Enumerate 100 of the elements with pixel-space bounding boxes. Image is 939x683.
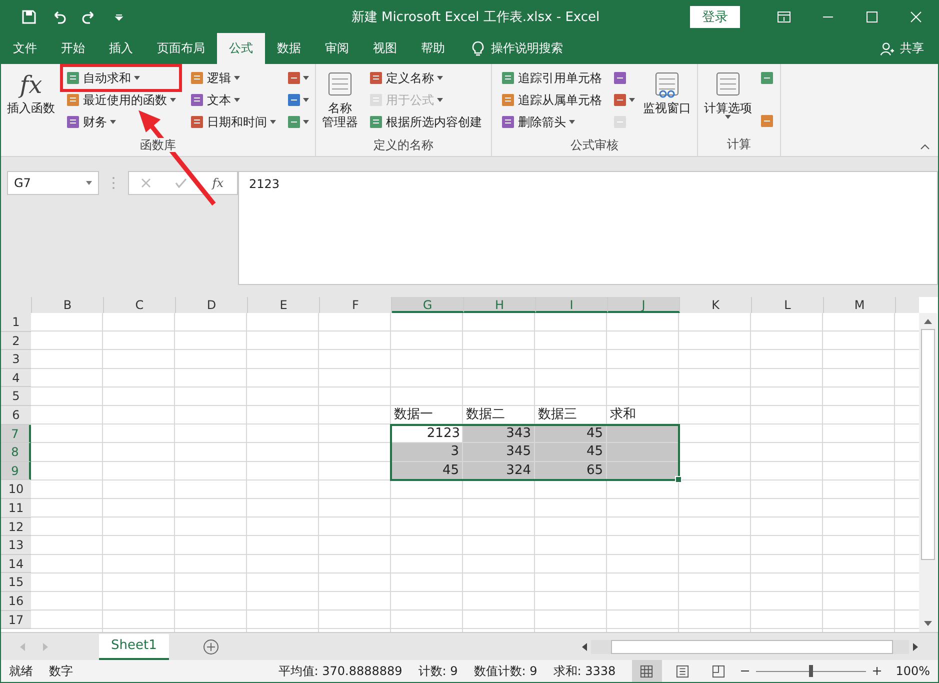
insert-function-button[interactable]: fx (210, 176, 226, 190)
collapse-ribbon-icon[interactable] (920, 144, 930, 150)
ribbon-tab[interactable]: 数据 (265, 33, 313, 64)
ribbon-tab[interactable]: 页面布局 (145, 33, 217, 64)
ribbon-button[interactable]: 根据所选内容创建 (366, 111, 485, 133)
function-icon (613, 93, 627, 107)
close-icon[interactable] (908, 8, 924, 24)
ribbon-button[interactable]: 自动求和 (63, 67, 179, 89)
share-button[interactable]: 共享 (900, 33, 924, 64)
ribbon-large-button[interactable]: 计算选项 (704, 67, 752, 120)
view-button[interactable] (632, 660, 662, 682)
lightbulb-icon (471, 40, 485, 56)
name-box[interactable]: G7 (7, 171, 99, 195)
sheet-tab[interactable]: Sheet1 (99, 634, 169, 660)
ribbon-button[interactable]: 定义名称 (366, 67, 485, 89)
column-header[interactable]: L (752, 297, 824, 313)
column-header[interactable]: E (248, 297, 320, 313)
ribbon-tab[interactable]: 开始 (49, 33, 97, 64)
ribbon-tab[interactable]: 公式 (217, 33, 265, 64)
column-header[interactable]: M (824, 297, 896, 313)
function-icon (760, 114, 774, 128)
group-label: 公式审核 (570, 138, 618, 152)
scroll-left-icon[interactable] (580, 642, 588, 650)
function-icon (190, 93, 204, 107)
ribbon-button[interactable]: 追踪从属单元格 (498, 89, 605, 111)
save-icon[interactable] (21, 8, 37, 24)
column-header[interactable]: C (104, 297, 176, 313)
ribbon-tab[interactable]: 文件 (1, 33, 49, 64)
grip-icon[interactable] (112, 176, 115, 190)
ribbon-large-button[interactable]: 监视窗口 (643, 67, 691, 116)
row-header[interactable]: 7 (1, 424, 31, 444)
column-header[interactable]: K (680, 297, 752, 313)
row-header[interactable]: 15 (1, 573, 31, 592)
function-icon (369, 115, 383, 129)
function-icon (66, 71, 80, 85)
zoom-slider-thumb[interactable] (808, 665, 813, 677)
function-icon (66, 115, 80, 129)
table-cell: 45 (535, 443, 607, 462)
function-icon (501, 71, 515, 85)
zoom-level: 100% (896, 664, 930, 678)
ribbon-tab[interactable]: 审阅 (313, 33, 361, 64)
scroll-right-icon[interactable] (912, 642, 920, 650)
ribbon-tab[interactable]: 帮助 (409, 33, 457, 64)
vertical-scrollbar[interactable] (919, 313, 937, 632)
row-header[interactable]: 3 (1, 350, 31, 369)
row-header[interactable]: 1 (1, 313, 31, 332)
function-icon (760, 71, 774, 85)
row-header[interactable]: 5 (1, 387, 31, 406)
add-sheet-icon[interactable] (202, 638, 219, 654)
row-header[interactable]: 10 (1, 480, 31, 499)
row-header[interactable]: 17 (1, 610, 31, 630)
ribbon-button[interactable]: 文本 (187, 89, 279, 111)
ribbon-large-button[interactable]: 名称 管理器 (322, 67, 358, 130)
function-icon (369, 71, 383, 85)
ribbon-button[interactable]: 日期和时间 (187, 111, 279, 133)
column-header[interactable]: I (536, 297, 608, 313)
row-header[interactable]: 14 (1, 554, 31, 574)
scroll-up-icon[interactable] (924, 317, 932, 325)
formula-input[interactable]: 2123 (238, 171, 938, 285)
column-header[interactable]: G (392, 297, 464, 313)
row-header[interactable]: 16 (1, 592, 31, 610)
function-icon (501, 93, 515, 107)
row-header[interactable]: 6 (1, 406, 31, 425)
window-title: 新建 Microsoft Excel 工作表.xlsx - Excel (350, 8, 601, 26)
row-header[interactable]: 4 (1, 368, 31, 388)
ribbon-tab[interactable]: 视图 (361, 33, 409, 64)
group-label: 函数库 (140, 138, 176, 152)
function-icon (287, 93, 301, 107)
ribbon-large-button[interactable]: fx 插入函数 (7, 67, 55, 116)
column-header[interactable]: H (464, 297, 536, 313)
ribbon-button[interactable]: 最近使用的函数 (63, 89, 179, 111)
ribbon-button[interactable]: 追踪引用单元格 (498, 67, 605, 89)
maximize-icon[interactable] (864, 8, 880, 24)
ribbon-button[interactable]: 财务 (63, 111, 179, 133)
row-header[interactable]: 13 (1, 536, 31, 555)
function-icon (190, 115, 204, 129)
column-header[interactable]: B (32, 297, 104, 313)
row-header[interactable]: 8 (1, 443, 31, 462)
ribbon-display-icon[interactable] (776, 8, 792, 24)
status-statistic: 平均值: 370.8888889 (278, 662, 402, 680)
ribbon-button[interactable]: 逻辑 (187, 67, 279, 89)
row-header[interactable]: 2 (1, 332, 31, 350)
horizontal-scrollbar[interactable] (580, 638, 920, 654)
function-icon (613, 71, 627, 85)
caret-icon (86, 181, 92, 185)
function-icon (66, 93, 80, 107)
status-text: 就绪 (9, 662, 33, 680)
row-header[interactable]: 9 (1, 462, 31, 480)
function-icon (501, 115, 515, 129)
row-header[interactable]: 12 (1, 518, 31, 536)
check-icon[interactable] (175, 177, 188, 189)
ribbon-tab[interactable]: 插入 (97, 33, 145, 64)
ribbon-button[interactable]: 删除箭头 (498, 111, 605, 133)
row-header[interactable]: 11 (1, 498, 31, 518)
column-header[interactable]: D (176, 297, 248, 313)
table-cell-text: 2123 (426, 424, 461, 443)
zoom-in-icon[interactable] (872, 666, 882, 676)
scroll-down-icon[interactable] (924, 620, 932, 628)
tell-me-search[interactable]: 操作说明搜索 (491, 33, 563, 64)
login-button[interactable]: 登录 (690, 6, 740, 28)
